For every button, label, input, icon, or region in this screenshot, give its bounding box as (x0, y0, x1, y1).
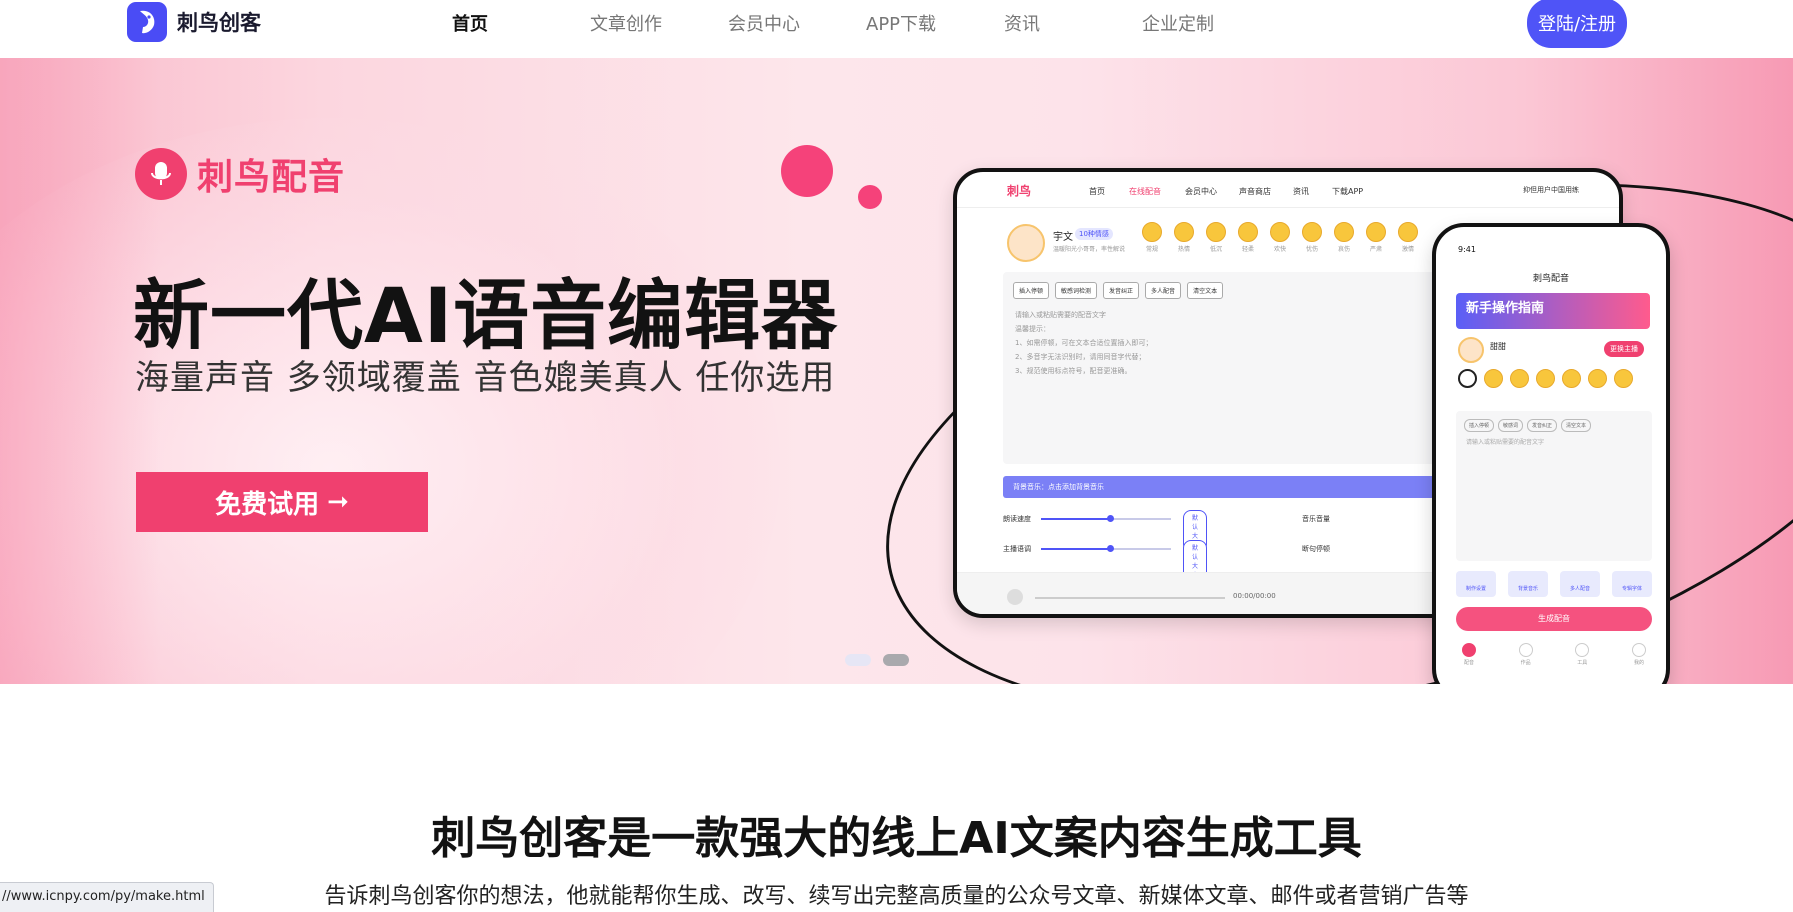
emotion-face-icon: 严肃 (1363, 222, 1389, 253)
mock-nav-item: 资讯 (1293, 187, 1309, 196)
emotion-face-icon: 轻柔 (1235, 222, 1261, 253)
intro-title: 刺鸟创客是一款强大的线上AI文案内容生成工具 (431, 813, 1362, 864)
emotion-face-icon: 热情 (1171, 222, 1197, 253)
login-register-button[interactable]: 登陆/注册 (1527, 0, 1627, 48)
phone-title: 刺鸟配音 (1532, 274, 1569, 284)
mock-pause-label: 断句停顿 (1302, 545, 1330, 553)
mock-slider-speed: 朗读速度 默认大小 (1003, 510, 1208, 552)
phone-tab: 作品 (1513, 643, 1539, 666)
mock-music-volume-label: 音乐音量 (1302, 515, 1330, 523)
status-bar-url: //www.icnpy.com/py/make.html (0, 882, 214, 912)
emotion-face-icon (1588, 369, 1607, 388)
phone-voice-name: 甜甜 (1490, 342, 1506, 351)
nav-enterprise[interactable]: 企业定制 (1142, 10, 1280, 36)
mock-tool: 发音纠正 (1103, 282, 1140, 299)
bird-logo-icon (127, 2, 167, 42)
emotion-face-icon: 欢快 (1267, 222, 1293, 253)
hero-banner[interactable]: 刺鸟配音 新一代AI语音编辑器 海量声音 多领域覆盖 音色媲美真人 任你选用 免… (0, 58, 1793, 684)
emotion-face-icon (1536, 369, 1555, 388)
brand-badge: 刺鸟配音 (135, 148, 345, 200)
mock-logo: 刺鸟 (1007, 184, 1032, 198)
mock-bgm-bar: 背景音乐：点击添加背景音乐 (1003, 476, 1439, 498)
mock-tool: 清空文本 (1187, 282, 1224, 299)
site-logo[interactable]: 刺鸟创客 (127, 2, 261, 42)
phone-editor-placeholder: 请输入或粘贴需要的配音文字 (1466, 439, 1545, 446)
settings-icon: 制作设置 (1456, 571, 1496, 597)
hero-title: 新一代AI语音编辑器 (133, 271, 839, 360)
phone-generate-button: 生成配音 (1456, 607, 1652, 631)
phone-tool-icons: 制作设置 背景音乐 多人配音 专辑字体 (1456, 571, 1652, 597)
phone-tab: 我的 (1626, 643, 1652, 666)
phone-editor: 插入停顿 敏感词 发音纠正 清空文本 请输入或粘贴需要的配音文字 (1456, 411, 1652, 561)
mock-nav-item: 会员中心 (1185, 187, 1217, 196)
emotion-face-icon: 常规 (1139, 222, 1165, 253)
nav-member[interactable]: 会员中心 (728, 10, 866, 36)
mobile-app-mockup: 9:41 刺鸟配音 新手操作指南 甜甜 更换主播 插入停顿 敏感词 发音纠正 清… (1432, 223, 1670, 684)
carousel-indicators (845, 654, 909, 666)
free-trial-button[interactable]: 免费试用 ➞ (136, 472, 428, 532)
mock-editor-toolbar: 插入停顿 敏感词检测 发音纠正 多人配音 清空文本 (1013, 282, 1224, 299)
intro-description: 告诉刺鸟创客你的想法，他就能帮你生成、改写、续写出完整高质量的公众号文章、新媒体… (324, 884, 1469, 909)
phone-editor-tools: 插入停顿 敏感词 发音纠正 清空文本 (1464, 419, 1592, 432)
emotion-face-icon: 激情 (1395, 222, 1421, 253)
mock-progress-track (1035, 597, 1225, 599)
mock-nav: 刺鸟 首页 在线配音 会员中心 声音商店 资讯 下载APP 抑但用户中国用练 (957, 172, 1619, 208)
play-icon (1458, 369, 1477, 388)
phone-voice-avatar (1458, 337, 1484, 363)
mock-nav-item: 在线配音 (1129, 187, 1161, 196)
mock-editor-placeholder: 请输入或粘贴需要的配音文字 温馨提示： 1、如需停顿，可在文本合适位置插入即可；… (1015, 311, 1153, 375)
mock-nav-item: 首页 (1089, 187, 1105, 196)
phone-tab: 配音 (1456, 643, 1482, 666)
mock-nav-item: 声音商店 (1239, 187, 1271, 196)
mock-text-editor: 插入停顿 敏感词检测 发音纠正 多人配音 清空文本 请输入或粘贴需要的配音文字 … (1003, 272, 1439, 464)
mock-tool: 多人配音 (1145, 282, 1182, 299)
mock-tool: 敏感词检测 (1055, 282, 1098, 299)
mock-voice-tag: 10种情感 (1075, 228, 1113, 240)
phone-tabbar: 配音 作品 工具 我的 (1456, 643, 1652, 666)
carousel-dot-active[interactable] (883, 654, 909, 666)
mock-user: 抑但用户中国用练 (1523, 186, 1579, 194)
music-icon: 背景音乐 (1508, 571, 1548, 597)
mock-time: 00:00/00:00 (1233, 592, 1276, 600)
phone-change-voice: 更换主播 (1604, 341, 1644, 357)
emotion-face-icon (1484, 369, 1503, 388)
hero-subtitle: 海量声音 多领域覆盖 音色媲美真人 任你选用 (135, 358, 836, 398)
emotion-face-icon (1510, 369, 1529, 388)
mock-nav-item: 下载APP (1332, 187, 1364, 196)
emotion-face-icon: 低沉 (1203, 222, 1229, 253)
emotion-face-icon (1614, 369, 1633, 388)
microphone-bird-icon (135, 148, 187, 200)
mock-tool: 插入停顿 (1013, 282, 1050, 299)
brand-name: 刺鸟配音 (197, 157, 346, 198)
phone-banner: 新手操作指南 (1456, 293, 1650, 329)
mock-voice-name: 宇文 (1053, 232, 1073, 243)
main-nav: 首页 文章创作 会员中心 APP下载 资讯 企业定制 (452, 10, 1280, 36)
free-trial-label: 免费试用 (215, 489, 320, 520)
arrow-right-icon: ➞ (327, 487, 349, 517)
emotion-face-icon: 忧伤 (1299, 222, 1325, 253)
logo-text: 刺鸟创客 (177, 11, 261, 35)
decor-dot-large (781, 145, 833, 197)
top-header: 刺鸟创客 首页 文章创作 会员中心 APP下载 资讯 企业定制 登陆/注册 (0, 0, 1793, 58)
emotion-face-icon: 哀伤 (1331, 222, 1357, 253)
mock-emotion-row: 常规 热情 低沉 轻柔 欢快 忧伤 哀伤 严肃 激情 (1139, 222, 1421, 253)
mock-voice-avatar (1007, 224, 1045, 262)
nav-news[interactable]: 资讯 (1004, 10, 1142, 36)
play-icon (1007, 589, 1023, 605)
mock-slider-pitch: 主播语调 默认大小 (1003, 540, 1208, 582)
multi-voice-icon: 多人配音 (1560, 571, 1600, 597)
font-icon: 专辑字体 (1612, 571, 1652, 597)
emotion-face-icon (1562, 369, 1581, 388)
decor-dot-small (858, 185, 882, 209)
phone-tab: 工具 (1569, 643, 1595, 666)
nav-app-download[interactable]: APP下载 (866, 10, 1004, 36)
carousel-dot[interactable] (845, 654, 871, 666)
nav-article[interactable]: 文章创作 (590, 10, 728, 36)
nav-home[interactable]: 首页 (452, 10, 590, 36)
phone-emotion-row (1458, 369, 1633, 388)
mock-voice-desc: 温暖阳光小哥哥，率性解说 (1053, 246, 1126, 253)
phone-status-time: 9:41 (1458, 245, 1476, 254)
